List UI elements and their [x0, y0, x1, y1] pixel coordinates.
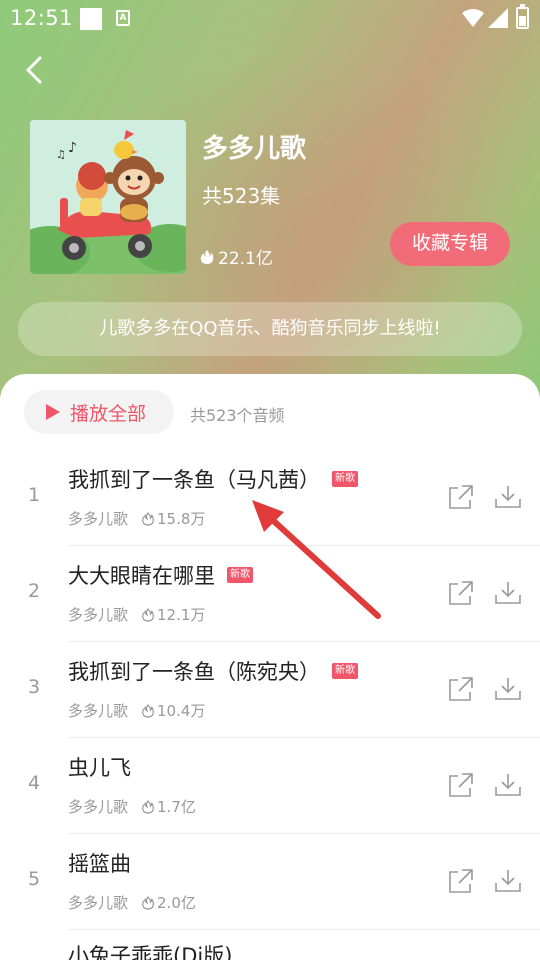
play-all-button[interactable]: 播放全部	[24, 390, 174, 434]
track-title-partial[interactable]: 小兔子乖乖(Dj版)	[68, 940, 232, 960]
share-icon[interactable]	[448, 772, 474, 798]
track-play-count-value: 15.8万	[157, 510, 206, 528]
track-meta: 多多儿歌 15.8万	[68, 508, 205, 529]
fire-icon	[142, 799, 154, 814]
fire-icon	[142, 703, 154, 718]
track-artist: 多多儿歌	[68, 894, 129, 912]
track-title[interactable]: 摇篮曲	[68, 848, 131, 878]
track-artist: 多多儿歌	[68, 798, 129, 816]
track-title-group: 我抓到了一条鱼（陈宛央） 新歌	[68, 656, 358, 686]
row-divider	[68, 929, 540, 930]
track-play-count: 12.1万	[142, 604, 205, 625]
track-title-group: 虫儿飞	[68, 752, 131, 782]
download-icon[interactable]	[494, 580, 522, 606]
share-icon[interactable]	[448, 676, 474, 702]
track-play-count: 10.4万	[142, 700, 205, 721]
track-title[interactable]: 虫儿飞	[68, 752, 131, 782]
track-title-group: 大大眼睛在哪里 新歌	[68, 560, 253, 590]
track-artist: 多多儿歌	[68, 606, 129, 624]
collect-album-button[interactable]: 收藏专辑	[390, 222, 510, 266]
new-song-badge: 新歌	[332, 663, 358, 679]
download-icon[interactable]	[494, 484, 522, 510]
play-icon	[46, 404, 60, 420]
square-notification-icon	[80, 8, 102, 30]
track-meta: 多多儿歌 10.4万	[68, 700, 205, 721]
track-row[interactable]: 3 我抓到了一条鱼（陈宛央） 新歌 多多儿歌 10.4万	[0, 642, 540, 738]
battery-icon	[516, 4, 529, 29]
track-list: 1 我抓到了一条鱼（马凡茜） 新歌 多多儿歌 15.8万 2 大大眼睛在哪里 新…	[0, 450, 540, 930]
back-button[interactable]	[18, 50, 54, 90]
track-index: 1	[27, 484, 41, 506]
track-title[interactable]: 大大眼睛在哪里	[68, 560, 215, 590]
svg-text:♫: ♫	[56, 148, 66, 161]
svg-text:♪: ♪	[68, 140, 77, 156]
download-icon[interactable]	[494, 868, 522, 894]
album-play-count-value: 22.1亿	[218, 249, 273, 269]
track-title-group: 我抓到了一条鱼（马凡茜） 新歌	[68, 464, 358, 494]
track-play-count-value: 12.1万	[157, 606, 206, 624]
track-play-count: 1.7亿	[142, 796, 196, 817]
track-artist: 多多儿歌	[68, 510, 129, 528]
track-row[interactable]: 1 我抓到了一条鱼（马凡茜） 新歌 多多儿歌 15.8万	[0, 450, 540, 546]
chevron-left-icon	[26, 56, 42, 84]
new-song-badge: 新歌	[332, 471, 358, 487]
track-index: 2	[27, 580, 41, 602]
status-bar: 12:51 A	[0, 0, 540, 36]
album-title: 多多儿歌	[202, 134, 307, 164]
track-title[interactable]: 我抓到了一条鱼（马凡茜）	[68, 464, 320, 494]
share-icon[interactable]	[448, 580, 474, 606]
status-time: 12:51	[10, 6, 74, 30]
signal-icon	[488, 8, 508, 28]
fire-icon	[142, 607, 154, 622]
play-all-label: 播放全部	[70, 402, 147, 425]
share-icon[interactable]	[448, 484, 474, 510]
track-index: 4	[27, 772, 41, 794]
album-play-count: 22.1亿	[200, 244, 273, 269]
download-icon[interactable]	[494, 676, 522, 702]
album-cover: ♪ ♫	[30, 120, 186, 274]
track-play-count-value: 10.4万	[157, 702, 206, 720]
notice-banner[interactable]: 儿歌多多在QQ音乐、酷狗音乐同步上线啦!	[18, 302, 522, 356]
track-index: 5	[27, 868, 41, 890]
new-song-badge: 新歌	[227, 567, 253, 583]
track-row[interactable]: 5 摇篮曲 多多儿歌 2.0亿	[0, 834, 540, 930]
download-icon[interactable]	[494, 772, 522, 798]
track-meta: 多多儿歌 1.7亿	[68, 796, 196, 817]
track-play-count: 2.0亿	[142, 892, 196, 913]
track-row[interactable]: 2 大大眼睛在哪里 新歌 多多儿歌 12.1万	[0, 546, 540, 642]
track-row[interactable]: 4 虫儿飞 多多儿歌 1.7亿	[0, 738, 540, 834]
track-artist: 多多儿歌	[68, 702, 129, 720]
fire-icon	[142, 511, 154, 526]
track-play-count-value: 2.0亿	[157, 894, 196, 912]
episode-count: 共523集	[202, 184, 281, 208]
track-play-count: 15.8万	[142, 508, 205, 529]
fire-icon	[142, 895, 154, 910]
fire-icon	[200, 249, 214, 264]
track-meta: 多多儿歌 2.0亿	[68, 892, 196, 913]
track-total: 共523个音频	[190, 406, 285, 425]
a-icon: A	[116, 10, 130, 26]
track-title-group: 摇篮曲	[68, 848, 131, 878]
share-icon[interactable]	[448, 868, 474, 894]
track-title[interactable]: 我抓到了一条鱼（陈宛央）	[68, 656, 320, 686]
track-meta: 多多儿歌 12.1万	[68, 604, 205, 625]
wifi-icon	[462, 9, 484, 27]
track-index: 3	[27, 676, 41, 698]
track-play-count-value: 1.7亿	[157, 798, 196, 816]
